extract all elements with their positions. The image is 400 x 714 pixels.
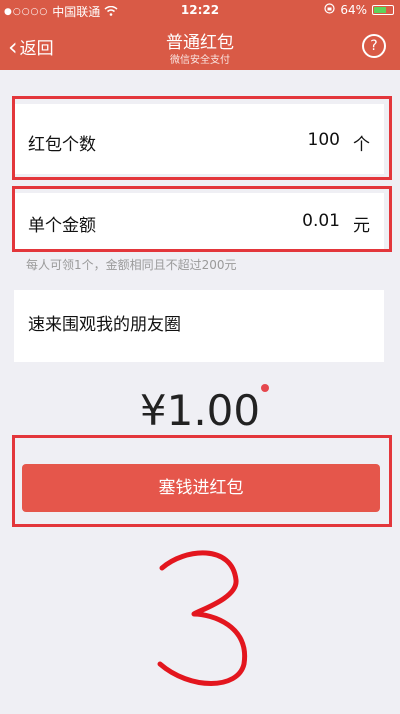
message-text: 速来围观我的朋友圈 (28, 315, 181, 335)
count-label: 红包个数 (28, 135, 96, 155)
red-dot-icon (261, 384, 269, 392)
submit-button[interactable]: 塞钱进红包 (22, 464, 380, 512)
nav-bar: ‹ 返回 普通红包 微信安全支付 ? (0, 20, 400, 70)
amount-input[interactable]: 0.01 (302, 211, 340, 231)
count-unit: 个 (353, 135, 370, 155)
amount-label: 单个金额 (28, 216, 96, 236)
handwritten-annotation (157, 550, 248, 686)
amount-unit: 元 (353, 216, 370, 236)
battery-icon (372, 5, 394, 15)
status-right: 64% (324, 3, 394, 17)
amount-hint: 每人可领1个，金额相同且不超过200元 (26, 258, 237, 272)
count-field[interactable]: 红包个数 100 个 (14, 104, 384, 174)
orientation-lock-icon (324, 3, 335, 17)
battery-fill (374, 7, 386, 13)
status-bar: ●○○○○ 中国联通 12:22 64% (0, 0, 400, 20)
amount-field[interactable]: 单个金额 0.01 元 (14, 193, 384, 249)
battery-percent: 64% (340, 3, 367, 17)
total-amount: ¥1.00 (139, 386, 261, 435)
message-field[interactable]: 速来围观我的朋友圈 (14, 290, 384, 362)
count-input[interactable]: 100 (308, 130, 340, 150)
help-button[interactable]: ? (362, 34, 386, 58)
page-subtitle: 微信安全支付 (170, 55, 230, 66)
page-title: 普通红包 (166, 33, 234, 53)
